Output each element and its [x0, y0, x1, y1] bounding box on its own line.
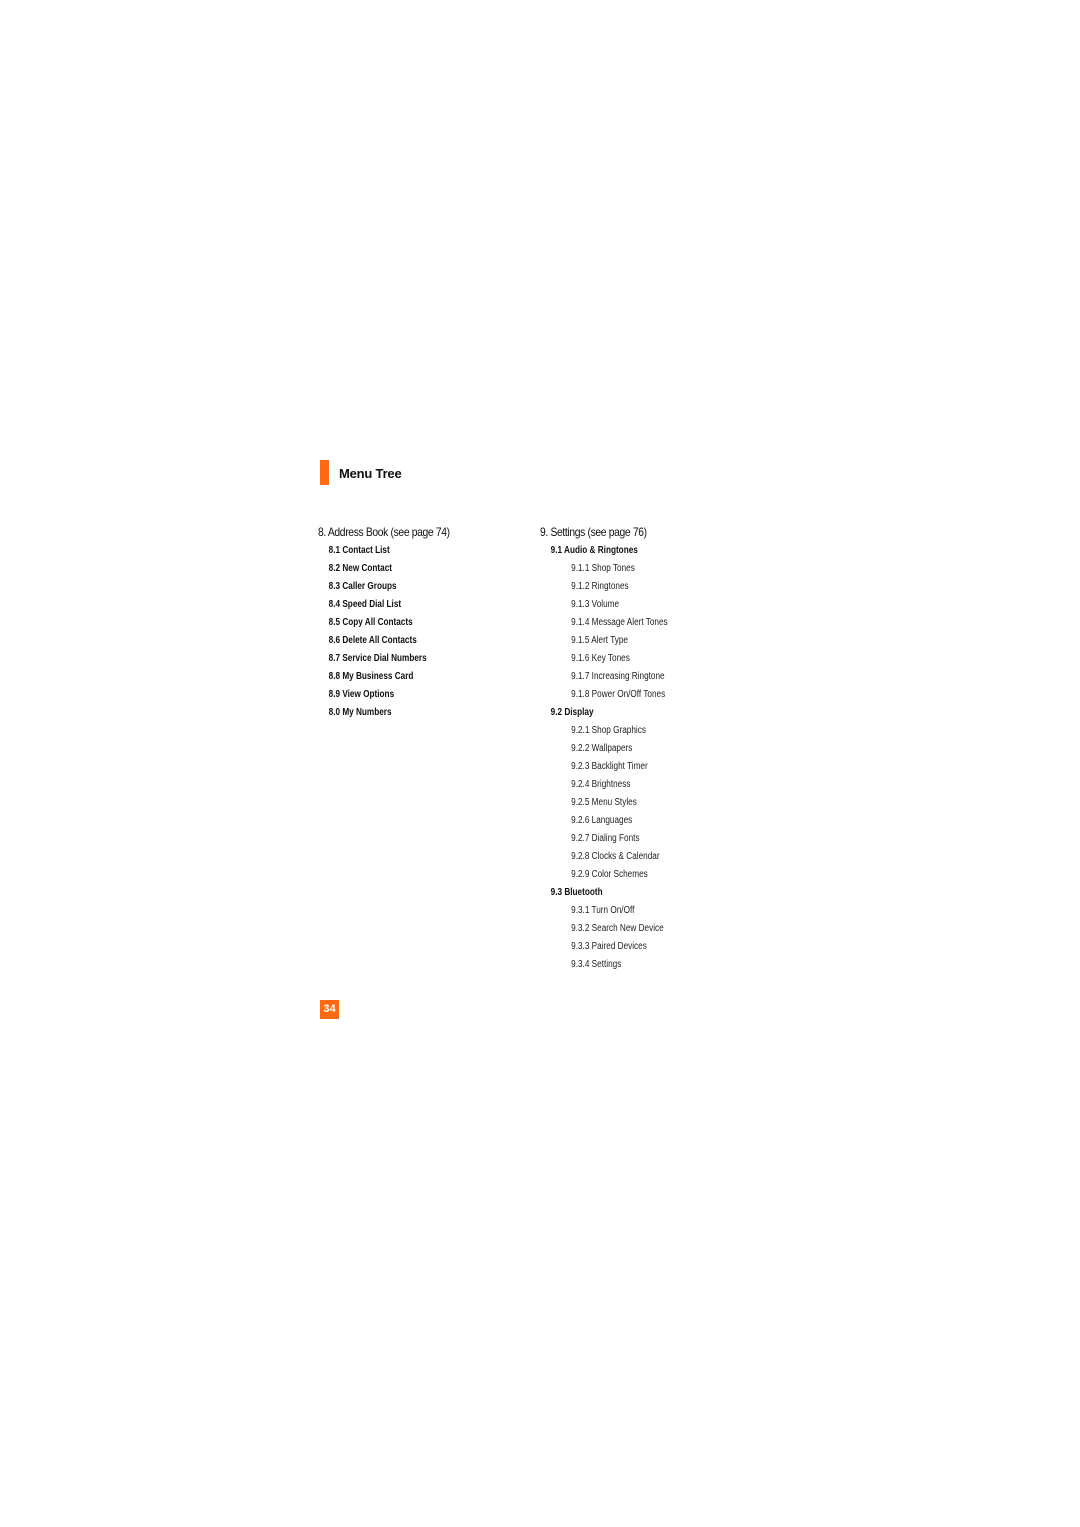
menu-subitem: 9.2.5 Menu Styles [571, 797, 637, 808]
settings-list: 9.1 Audio & Ringtones 9.1.1 Shop Tones 9… [540, 542, 696, 974]
menu-item: 8.3 Caller Groups [328, 581, 397, 592]
menu-subitem: 9.1.6 Key Tones [571, 653, 630, 664]
menu-item: 8.0 My Numbers [328, 707, 392, 718]
menu-subitem: 9.1.3 Volume [571, 599, 620, 610]
menu-subitem: 9.2.4 Brightness [571, 779, 631, 790]
menu-group: 9.3 Bluetooth [550, 887, 603, 898]
settings-column: 9. Settings (see page 76) 9.1 Audio & Ri… [540, 524, 696, 974]
menu-subitem: 9.1.5 Alert Type [571, 635, 628, 646]
section-title: Menu Tree [339, 466, 402, 481]
menu-item: 8.6 Delete All Contacts [328, 635, 417, 646]
menu-subitem: 9.1.7 Increasing Ringtone [571, 671, 665, 682]
menu-item: 8.8 My Business Card [328, 671, 414, 682]
menu-subitem: 9.3.2 Search New Device [571, 923, 664, 934]
address-book-list: 8.1 Contact List 8.2 New Contact 8.3 Cal… [318, 542, 471, 722]
menu-subitem: 9.2.6 Languages [571, 815, 633, 826]
menu-subitem: 9.1.8 Power On/Off Tones [571, 689, 666, 700]
menu-group: 9.2 Display [550, 707, 594, 718]
menu-item: 8.5 Copy All Contacts [328, 617, 413, 628]
menu-subitem: 9.3.3 Paired Devices [571, 941, 647, 952]
menu-subitem: 9.2.1 Shop Graphics [571, 725, 646, 736]
address-book-column: 8. Address Book (see page 74) 8.1 Contac… [318, 524, 471, 722]
menu-item: 8.4 Speed Dial List [328, 599, 402, 610]
menu-subitem: 9.3.1 Turn On/Off [571, 905, 635, 916]
menu-item: 8.9 View Options [328, 689, 395, 700]
section-accent-bar [320, 460, 329, 485]
menu-item: 8.7 Service Dial Numbers [328, 653, 427, 664]
menu-subitem: 9.2.8 Clocks & Calendar [571, 851, 660, 862]
menu-subitem: 9.1.4 Message Alert Tones [571, 617, 668, 628]
page-number-badge: 34 [320, 1000, 339, 1019]
settings-heading: 9. Settings (see page 76) [540, 525, 647, 539]
menu-subitem: 9.1.2 Ringtones [571, 581, 629, 592]
menu-subitem: 9.2.2 Wallpapers [571, 743, 633, 754]
menu-subitem: 9.2.9 Color Schemes [571, 869, 648, 880]
address-book-heading: 8. Address Book (see page 74) [318, 525, 450, 539]
menu-item: 8.1 Contact List [328, 545, 390, 556]
menu-subitem: 9.3.4 Settings [571, 959, 622, 970]
menu-subitem: 9.1.1 Shop Tones [571, 563, 635, 574]
menu-subitem: 9.2.3 Backlight Timer [571, 761, 648, 772]
menu-group: 9.1 Audio & Ringtones [550, 545, 638, 556]
menu-item: 8.2 New Contact [328, 563, 393, 574]
menu-subitem: 9.2.7 Dialing Fonts [571, 833, 640, 844]
